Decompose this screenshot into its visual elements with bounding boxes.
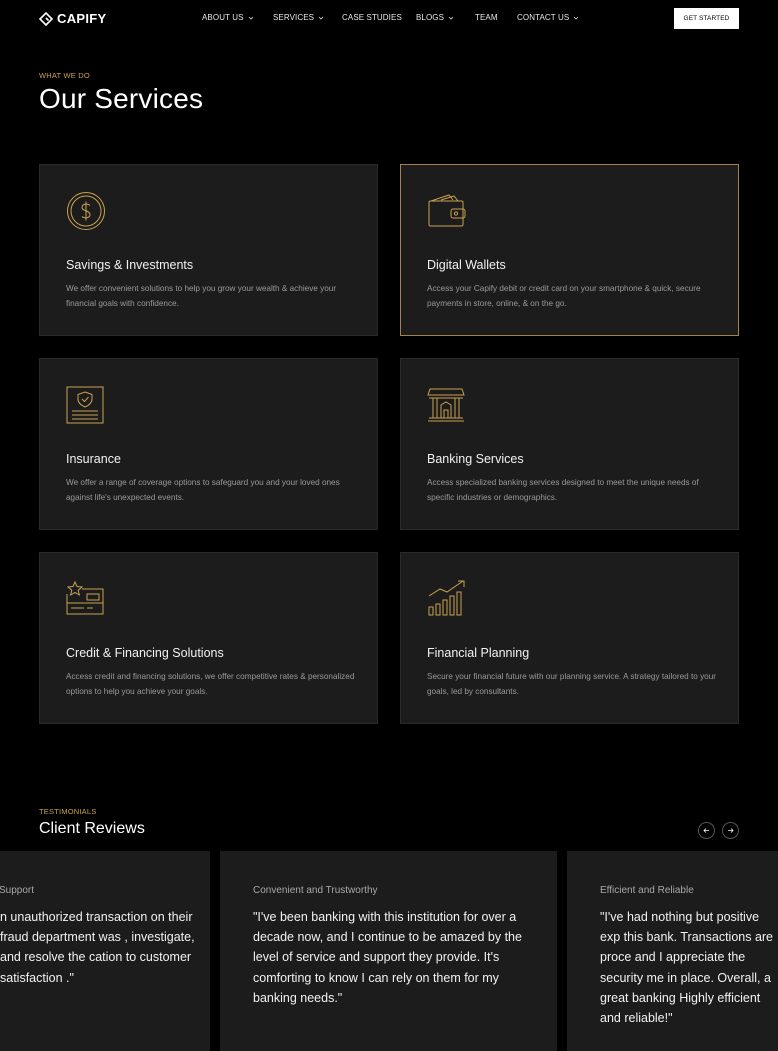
growth-chart-icon: [428, 580, 465, 616]
service-card-description: We offer convenient solutions to help yo…: [66, 284, 337, 308]
wallet-icon: [428, 194, 466, 227]
service-card-description: Access specialized banking services desi…: [427, 478, 699, 502]
testimonials-title: Client Reviews: [39, 820, 145, 837]
credit-card-star-icon: [66, 580, 104, 615]
review-card: Support n unauthorized transaction on th…: [0, 851, 210, 1051]
service-card-description: Secure your financial future with our pl…: [427, 672, 716, 696]
chevron-down-icon: [573, 16, 579, 20]
testimonials-eyebrow: TESTIMONIALS: [39, 807, 97, 816]
service-card-digital-wallets[interactable]: Digital Wallets Access your Capify debit…: [400, 164, 739, 336]
dollar-coin-icon: [67, 192, 105, 230]
page-title: Our Services: [39, 83, 204, 114]
service-card-banking-services[interactable]: Banking Services Access specialized bank…: [400, 358, 739, 530]
review-text: n unauthorized transaction on their frau…: [0, 910, 195, 985]
nav-item-label: TEAM: [475, 13, 498, 22]
insurance-document-icon: [66, 386, 104, 424]
review-title: Support: [0, 885, 35, 896]
review-text: "I've had nothing but positive exp this …: [600, 910, 774, 1026]
service-card-insurance[interactable]: Insurance We offer a range of coverage o…: [39, 358, 378, 530]
nav-item-contact-us[interactable]: CONTACT US: [517, 13, 579, 22]
arrow-left-icon: [703, 828, 709, 833]
previous-review-button[interactable]: [698, 822, 715, 839]
nav-item-team[interactable]: TEAM: [475, 13, 498, 22]
get-started-button[interactable]: GET STARTED: [674, 8, 739, 29]
nav-item-services[interactable]: SERVICES: [273, 13, 324, 22]
service-card-description: Access credit and financing solutions, w…: [66, 672, 355, 696]
service-card-savings[interactable]: Savings & Investments We offer convenien…: [39, 164, 378, 336]
review-title: Efficient and Reliable: [600, 885, 694, 896]
service-card-description: Access your Capify debit or credit card …: [427, 284, 701, 308]
nav-item-label: BLOGS: [416, 13, 445, 22]
service-card-description: We offer a range of coverage options to …: [66, 478, 340, 502]
arrow-right-icon: [728, 828, 734, 833]
chevron-down-icon: [448, 16, 454, 20]
review-card: Convenient and Trustworthy "I've been ba…: [220, 851, 557, 1051]
services-eyebrow: WHAT WE DO: [39, 71, 90, 80]
service-card-title: Savings & Investments: [66, 258, 194, 272]
service-card-title: Financial Planning: [427, 646, 530, 660]
chevron-down-icon: [248, 16, 253, 20]
chevron-down-icon: [318, 16, 324, 20]
nav-item-about-us[interactable]: ABOUT US: [202, 13, 254, 22]
next-review-button[interactable]: [722, 822, 739, 839]
review-text: "I've been banking with this institution…: [253, 910, 522, 1005]
service-card-title: Credit & Financing Solutions: [66, 646, 224, 660]
nav-item-label: CONTACT US: [517, 13, 570, 22]
nav-item-label: ABOUT US: [202, 13, 244, 22]
nav-item-blogs[interactable]: BLOGS: [416, 13, 454, 22]
service-card-title: Banking Services: [427, 452, 524, 466]
nav-item-case-studies[interactable]: CASE STUDIES: [342, 13, 402, 22]
review-card: Efficient and Reliable "I've had nothing…: [567, 851, 778, 1051]
brand-logo[interactable]: CAPIFY: [39, 11, 106, 26]
bank-building-icon: [427, 388, 465, 422]
service-card-title: Digital Wallets: [427, 258, 506, 272]
service-card-title: Insurance: [66, 452, 121, 466]
brand-name: CAPIFY: [57, 11, 107, 26]
top-navigation: CAPIFY ABOUT US SERVICES CASE STUDIES BL…: [0, 0, 778, 38]
nav-item-label: CASE STUDIES: [342, 13, 402, 22]
service-card-financial-planning[interactable]: Financial Planning Secure your financial…: [400, 552, 739, 724]
review-title: Convenient and Trustworthy: [253, 885, 378, 896]
diamond-logo-icon: [39, 11, 53, 26]
nav-item-label: SERVICES: [273, 13, 315, 22]
service-card-credit-financing[interactable]: Credit & Financing Solutions Access cred…: [39, 552, 378, 724]
